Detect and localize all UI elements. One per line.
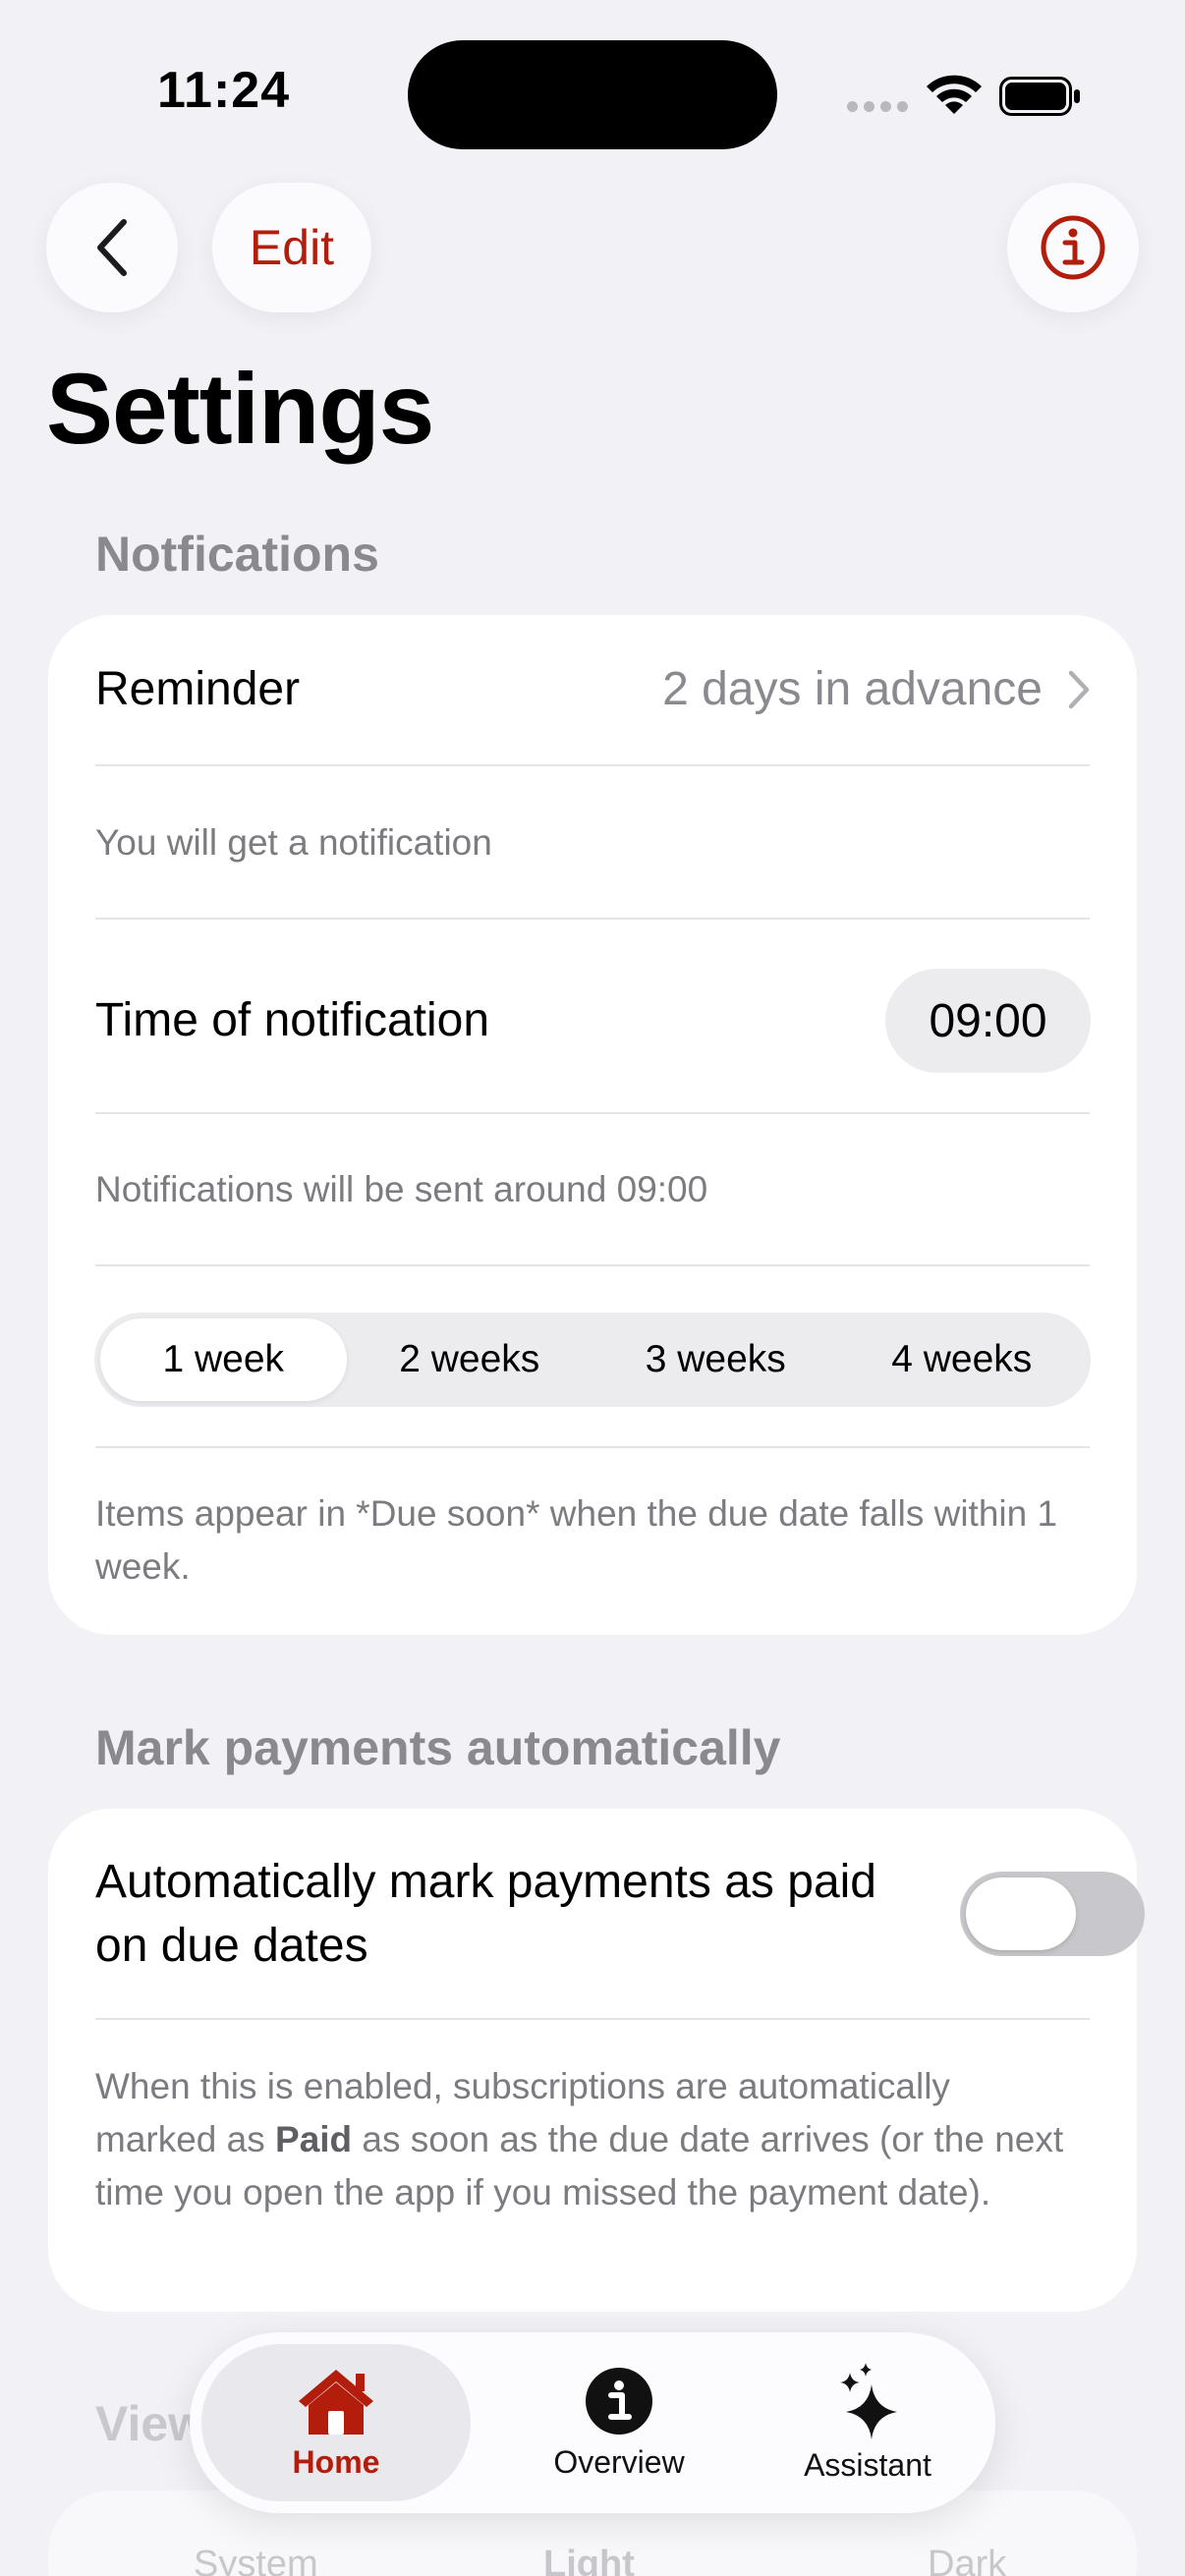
status-time: 11:24 bbox=[157, 62, 291, 119]
time-note: Notifications will be sent around 09:00 bbox=[95, 1169, 708, 1209]
toggle-knob bbox=[966, 1877, 1076, 1950]
notifications-card: Reminder 2 days in advance You will get … bbox=[48, 615, 1137, 1635]
reminder-note: You will get a notification bbox=[95, 822, 492, 863]
wifi-icon bbox=[927, 75, 982, 114]
segment-4-weeks[interactable]: 4 weeks bbox=[839, 1318, 1086, 1401]
chevron-right-icon bbox=[1068, 670, 1090, 708]
time-picker[interactable]: 09:00 bbox=[885, 969, 1091, 1073]
battery-icon bbox=[999, 77, 1080, 116]
divider bbox=[95, 2018, 1090, 2020]
segment-3-weeks[interactable]: 3 weeks bbox=[592, 1318, 839, 1401]
auto-mark-toggle[interactable] bbox=[960, 1872, 1145, 1956]
view-option-light[interactable]: Light bbox=[543, 2544, 635, 2576]
tab-home[interactable]: Home bbox=[201, 2344, 471, 2501]
segment-2-weeks[interactable]: 2 weeks bbox=[347, 1318, 593, 1401]
divider bbox=[95, 1446, 1090, 1448]
auto-mark-toggle-label: Automatically mark payments as paid on d… bbox=[95, 1856, 876, 1972]
tab-assistant-label: Assistant bbox=[804, 2446, 931, 2483]
tab-bar: Home Overview Assistant bbox=[190, 2332, 995, 2513]
info-circle-icon bbox=[1041, 215, 1105, 280]
auto-mark-section-header: Mark payments automatically bbox=[95, 1720, 781, 1775]
reminder-label: Reminder bbox=[95, 663, 301, 715]
due-soon-note: Items appear in *Due soon* when the due … bbox=[95, 1493, 1058, 1587]
time-of-notification-label: Time of notification bbox=[95, 994, 490, 1046]
notifications-section-header: Notfications bbox=[95, 527, 379, 582]
tab-overview-label: Overview bbox=[553, 2443, 685, 2480]
tab-home-label: Home bbox=[292, 2443, 380, 2480]
segment-1-week[interactable]: 1 week bbox=[100, 1318, 347, 1401]
sparkles-icon bbox=[840, 2362, 897, 2439]
page-title: Settings bbox=[46, 353, 434, 465]
note-bold: Paid bbox=[275, 2119, 353, 2159]
due-soon-segmented-control[interactable]: 1 week 2 weeks 3 weeks 4 weeks bbox=[94, 1313, 1091, 1407]
tab-overview[interactable]: Overview bbox=[514, 2344, 724, 2501]
dynamic-island bbox=[408, 40, 777, 149]
divider bbox=[95, 1112, 1090, 1114]
chevron-left-icon bbox=[97, 219, 127, 276]
view-option-dark[interactable]: Dark bbox=[928, 2544, 1006, 2576]
back-button[interactable] bbox=[46, 183, 178, 312]
auto-mark-card: Automatically mark payments as paid on d… bbox=[48, 1809, 1145, 2312]
view-option-system[interactable]: System bbox=[194, 2544, 318, 2576]
info-circle-icon bbox=[586, 2367, 652, 2435]
divider bbox=[95, 1264, 1090, 1266]
auto-mark-note: When this is enabled, subscriptions are … bbox=[95, 2060, 1078, 2219]
cellular-signal-icon bbox=[847, 101, 908, 112]
reminder-value: 2 days in advance bbox=[662, 663, 1043, 715]
divider bbox=[95, 918, 1090, 920]
divider bbox=[95, 764, 1090, 766]
info-button[interactable] bbox=[1007, 183, 1139, 312]
house-icon bbox=[299, 2369, 373, 2435]
reminder-row[interactable]: 2 days in advance bbox=[662, 662, 1090, 716]
edit-button[interactable]: Edit bbox=[212, 183, 371, 312]
tab-assistant[interactable]: Assistant bbox=[745, 2344, 990, 2501]
